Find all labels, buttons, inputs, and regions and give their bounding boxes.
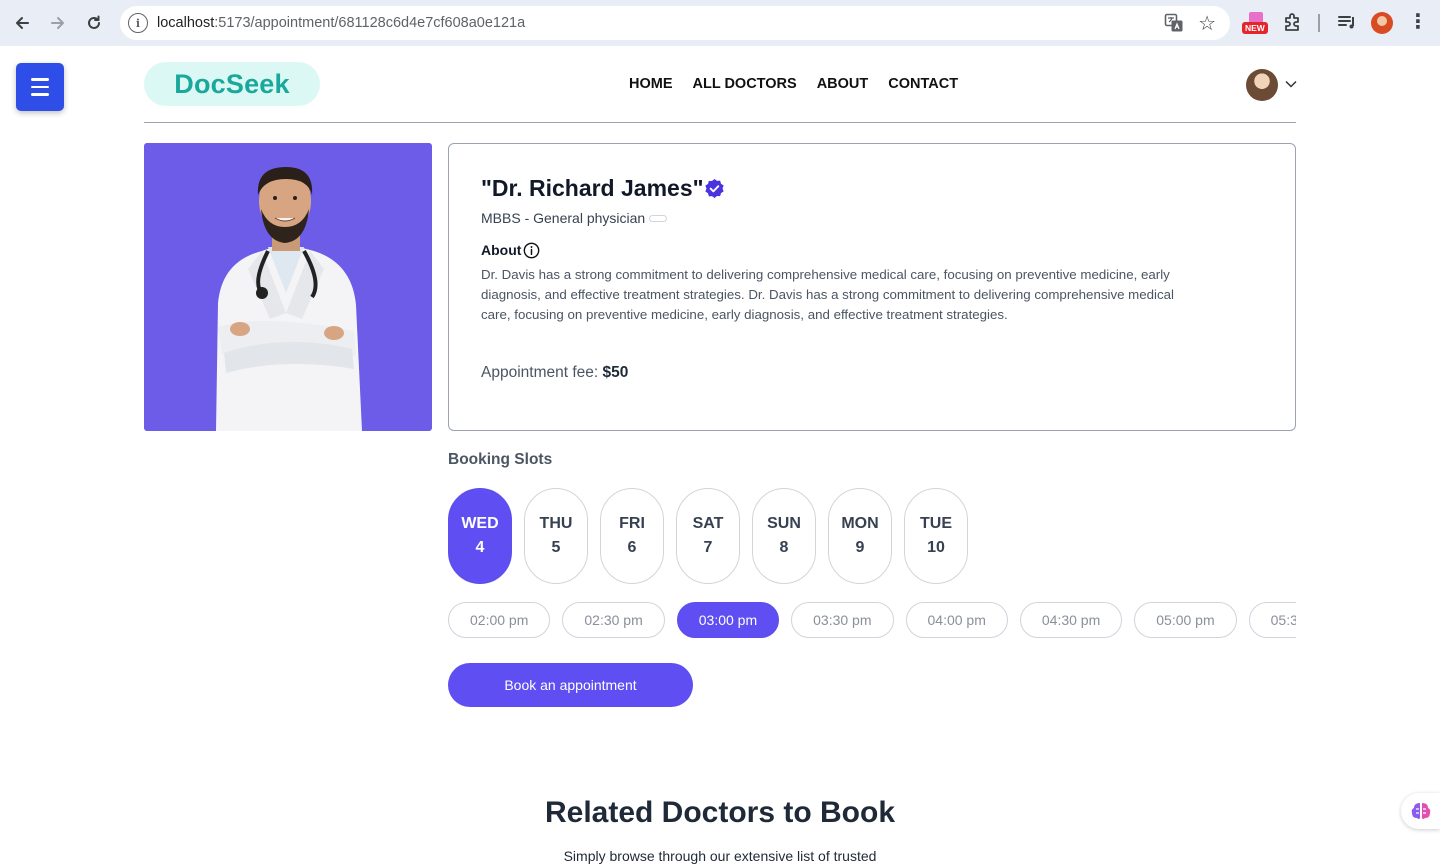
- time-slot[interactable]: 03:00 pm: [676, 602, 780, 638]
- main-navigation: HOME ALL DOCTORS ABOUT CONTACT: [629, 76, 958, 92]
- related-doctors-title: Related Doctors to Book: [544, 796, 896, 829]
- day-option[interactable]: SUN 8: [752, 488, 816, 584]
- nav-all-doctors[interactable]: ALL DOCTORS: [693, 76, 797, 92]
- related-doctors-subtitle: Simply browse through our extensive list…: [563, 848, 877, 864]
- url-text[interactable]: localhost:5173/appointment/681128c6d4e7c…: [157, 15, 525, 31]
- book-appointment-button[interactable]: Book an appointment: [448, 663, 693, 707]
- site-info-icon[interactable]: i: [128, 13, 148, 33]
- day-option[interactable]: WED 4: [448, 488, 512, 584]
- ai-assistant-button[interactable]: [1401, 793, 1440, 829]
- day-date: 5: [551, 539, 561, 556]
- day-option[interactable]: TUE 10: [904, 488, 968, 584]
- fee-value: $50: [602, 364, 629, 381]
- nav-about[interactable]: ABOUT: [817, 76, 869, 92]
- appointment-fee: Appointment fee: $50: [481, 364, 629, 381]
- day-date: 10: [927, 539, 945, 556]
- day-date: 7: [703, 539, 713, 556]
- day-date: 9: [855, 539, 865, 556]
- header-divider: [144, 122, 1296, 123]
- media-control-icon[interactable]: [1336, 11, 1358, 33]
- address-bar[interactable]: i localhost:5173/appointment/681128c6d4e…: [120, 6, 1230, 40]
- hamburger-menu-button[interactable]: [16, 63, 64, 111]
- day-name: SUN: [767, 515, 801, 532]
- booking-slots-title: Booking Slots: [448, 451, 553, 468]
- day-date: 4: [475, 539, 485, 556]
- day-name: MON: [841, 515, 879, 532]
- logo-text: DocSeek: [174, 68, 290, 99]
- doctor-info-card: "Dr. Richard James" MBBS - General physi…: [448, 143, 1296, 431]
- about-label: About: [481, 242, 522, 258]
- experience-badge: [649, 215, 667, 222]
- time-slot[interactable]: 02:00 pm: [448, 602, 551, 638]
- browser-toolbar: i localhost:5173/appointment/681128c6d4e…: [0, 0, 1440, 46]
- doctor-degree: MBBS - General physician: [481, 210, 646, 226]
- nav-home[interactable]: HOME: [629, 76, 673, 92]
- time-slot[interactable]: 02:30 pm: [562, 602, 665, 638]
- browser-menu-icon[interactable]: ⋮: [1408, 12, 1428, 34]
- time-slot[interactable]: 03:30 pm: [791, 602, 894, 638]
- day-name: THU: [539, 515, 573, 532]
- day-date: 6: [627, 539, 637, 556]
- day-name: WED: [461, 515, 499, 532]
- doctor-name: "Dr. Richard James": [481, 175, 704, 201]
- reload-icon[interactable]: [80, 9, 108, 37]
- docseek-logo[interactable]: DocSeek: [144, 62, 320, 106]
- forward-arrow-icon[interactable]: [44, 9, 72, 37]
- bookmark-star-icon[interactable]: ☆: [1198, 11, 1216, 36]
- day-option[interactable]: SAT 7: [676, 488, 740, 584]
- day-date: 8: [779, 539, 789, 556]
- toolbar-divider: [1318, 14, 1320, 32]
- info-icon: [523, 242, 540, 259]
- user-avatar[interactable]: [1246, 69, 1278, 101]
- day-name: FRI: [619, 515, 645, 532]
- about-description: Dr. Davis has a strong commitment to del…: [481, 267, 1174, 322]
- time-slot[interactable]: 04:30 pm: [1019, 602, 1123, 638]
- day-selector: WED 4 THU 5 FRI 6 SAT 7 SUN 8 MON 9 TUE 10: [448, 488, 968, 584]
- day-name: TUE: [920, 515, 952, 532]
- brain-icon: [1411, 803, 1430, 819]
- day-option[interactable]: FRI 6: [600, 488, 664, 584]
- day-option[interactable]: MON 9: [828, 488, 892, 584]
- time-slot-scroller[interactable]: 02:00 pm 02:30 pm 03:00 pm 03:30 pm 04:00 pm…: [448, 602, 1296, 638]
- translate-icon[interactable]: [1164, 13, 1184, 33]
- extension-new-icon[interactable]: NEW: [1242, 12, 1270, 36]
- chevron-down-icon[interactable]: [1285, 76, 1297, 91]
- day-option[interactable]: THU 5: [524, 488, 588, 584]
- time-slot[interactable]: 05:30 pm: [1248, 602, 1296, 638]
- doctor-photo: [144, 143, 432, 431]
- back-arrow-icon[interactable]: [8, 9, 36, 37]
- extensions-puzzle-icon[interactable]: [1282, 11, 1304, 33]
- time-slot[interactable]: 05:00 pm: [1134, 602, 1237, 638]
- nav-contact[interactable]: CONTACT: [888, 76, 958, 92]
- browser-profile-avatar[interactable]: [1371, 12, 1393, 34]
- day-name: SAT: [692, 515, 724, 532]
- time-slot[interactable]: 04:00 pm: [905, 602, 1008, 638]
- verified-badge-icon: [705, 178, 724, 199]
